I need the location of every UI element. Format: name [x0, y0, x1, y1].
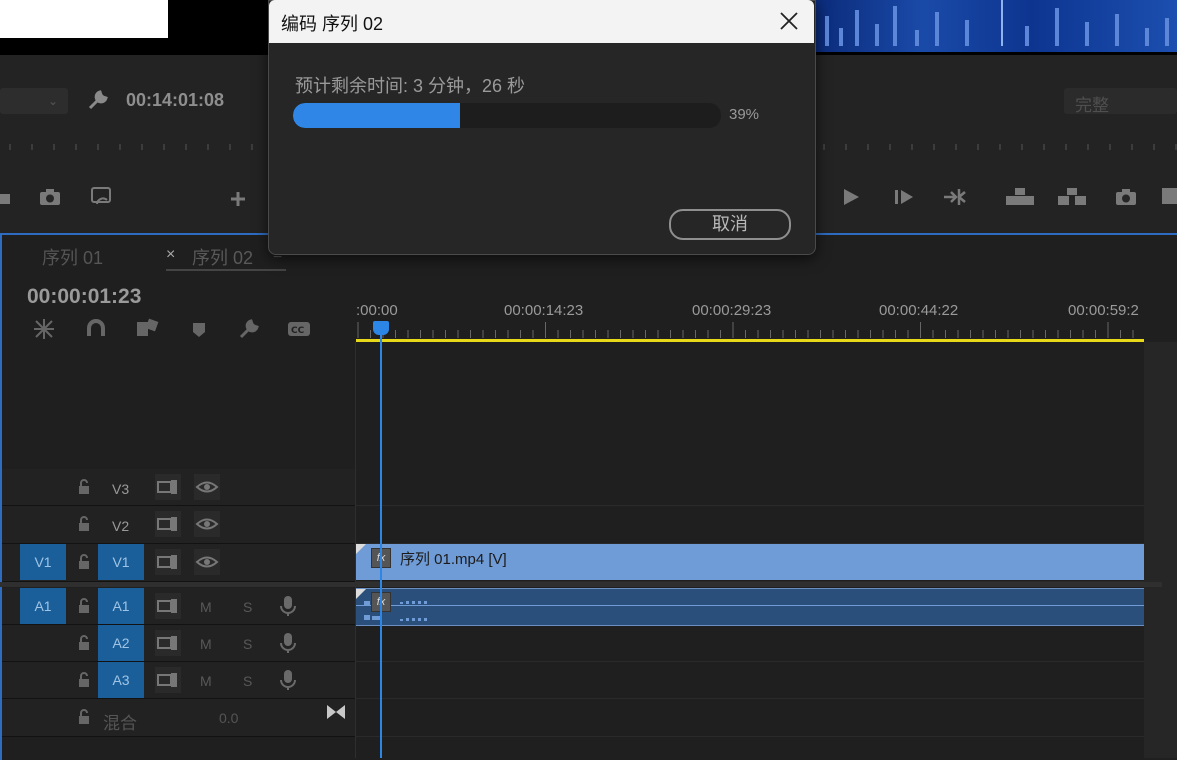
lock-icon[interactable] [77, 554, 91, 570]
mix-volume-value[interactable]: 0.0 [219, 710, 238, 726]
eye-icon[interactable] [194, 511, 220, 537]
toggle-sync-icon[interactable] [155, 667, 181, 693]
time-remaining-text: 预计剩余时间: 3 分钟，26 秒 [295, 76, 526, 96]
ruler-label: 00:00:59:2 [1068, 302, 1139, 319]
chevron-down-icon: ⌄ [48, 94, 59, 108]
linked-selection-icon[interactable] [134, 316, 160, 342]
track-target-a1[interactable]: A1 [98, 588, 144, 624]
snap-icon[interactable] [83, 316, 109, 342]
mix-track-label: 混合 [103, 714, 137, 733]
cancel-button[interactable]: 取消 [669, 209, 791, 240]
lock-icon[interactable] [77, 672, 91, 688]
progress-percentage: 39% [729, 106, 760, 123]
go-to-in-out-icon[interactable] [324, 701, 350, 727]
source-patch-a1[interactable]: A1 [20, 588, 66, 624]
close-icon[interactable] [777, 9, 801, 33]
toggle-sync-icon[interactable] [155, 474, 181, 500]
track-lane-mix [356, 699, 1144, 737]
mute-button-a1[interactable]: M [200, 599, 212, 615]
mark-clip-icon[interactable] [0, 184, 26, 210]
playhead-line[interactable] [380, 322, 382, 758]
camera-icon[interactable] [1113, 184, 1139, 210]
ruler-label: 00:00:29:23 [692, 302, 772, 319]
solo-button-a1[interactable]: S [243, 599, 252, 615]
track-header-mix [2, 699, 355, 737]
eye-icon[interactable] [194, 549, 220, 575]
solo-button-a2[interactable]: S [243, 636, 252, 652]
source-panel-area [0, 0, 168, 38]
track-lane-a2[interactable] [356, 625, 1144, 662]
active-tab-indicator [166, 269, 286, 271]
tab-sequence-02[interactable]: 序列 02 [192, 244, 253, 270]
wrench-icon[interactable] [86, 88, 110, 112]
close-tab-icon[interactable]: × [166, 246, 175, 264]
solo-button-a3[interactable]: S [243, 673, 252, 689]
ruler-label: :00:00 [356, 302, 398, 319]
track-lane-a3[interactable] [356, 662, 1144, 699]
ruler-label: 00:00:44:22 [879, 302, 959, 319]
audio-clip[interactable] [356, 588, 1144, 626]
insert-sequence-nest-icon[interactable] [31, 316, 57, 342]
ruler-label: 00:00:14:23 [504, 302, 584, 319]
go-to-out-icon[interactable] [942, 184, 968, 210]
microphone-icon[interactable] [275, 630, 301, 656]
playback-resolution-label: 完整 [1075, 96, 1109, 115]
dialog-title: 编码 序列 02 [281, 14, 384, 34]
toggle-sync-icon[interactable] [155, 549, 181, 575]
toggle-sync-icon[interactable] [155, 511, 181, 537]
track-target-a2[interactable]: A2 [98, 625, 144, 661]
plus-icon[interactable] [225, 186, 251, 212]
step-forward-icon[interactable] [892, 184, 918, 210]
audio-clip-centerline [356, 605, 1144, 606]
lock-icon[interactable] [77, 479, 91, 495]
tab-sequence-01[interactable]: 序列 01 [42, 244, 103, 270]
program-preview-image [815, 0, 1177, 52]
track-lane-v3[interactable] [356, 469, 1144, 506]
export-frame-icon[interactable] [89, 184, 115, 210]
captions-icon[interactable]: CC [286, 316, 312, 342]
svg-text:CC: CC [291, 326, 305, 336]
track-label-v3[interactable]: V3 [112, 481, 129, 497]
lock-icon[interactable] [77, 598, 91, 614]
progress-fill [293, 103, 460, 128]
video-clip-label: 序列 01.mp4 [V] [400, 551, 507, 568]
camera-icon[interactable] [37, 184, 63, 210]
encoding-progress-bar [293, 103, 721, 128]
mute-button-a3[interactable]: M [200, 673, 212, 689]
track-lane-v2[interactable] [356, 506, 1144, 544]
source-patch-v1[interactable]: V1 [20, 544, 66, 580]
extract-icon[interactable] [1057, 184, 1087, 210]
track-target-v1[interactable]: V1 [98, 544, 144, 580]
vertical-scrollbar[interactable] [1144, 342, 1177, 758]
microphone-icon[interactable] [275, 593, 301, 619]
video-audio-divider[interactable] [0, 582, 1162, 587]
lock-icon[interactable] [77, 516, 91, 532]
mute-button-a2[interactable]: M [200, 636, 212, 652]
button-editor-icon[interactable] [1160, 184, 1177, 210]
marker-icon[interactable] [186, 316, 212, 342]
play-icon[interactable] [838, 184, 864, 210]
eye-icon[interactable] [194, 474, 220, 500]
lift-icon[interactable] [1005, 184, 1035, 210]
toggle-sync-icon[interactable] [155, 630, 181, 656]
lock-icon[interactable] [77, 709, 91, 725]
toggle-sync-icon[interactable] [155, 593, 181, 619]
wrench-icon[interactable] [236, 316, 262, 342]
microphone-icon[interactable] [275, 667, 301, 693]
track-label-v2[interactable]: V2 [112, 518, 129, 534]
playhead-handle[interactable] [373, 321, 389, 335]
track-target-a3[interactable]: A3 [98, 662, 144, 698]
timeline-timecode[interactable]: 00:00:01:23 [27, 285, 141, 309]
playhead-timecode[interactable]: 00:14:01:08 [126, 90, 224, 111]
lock-icon[interactable] [77, 635, 91, 651]
